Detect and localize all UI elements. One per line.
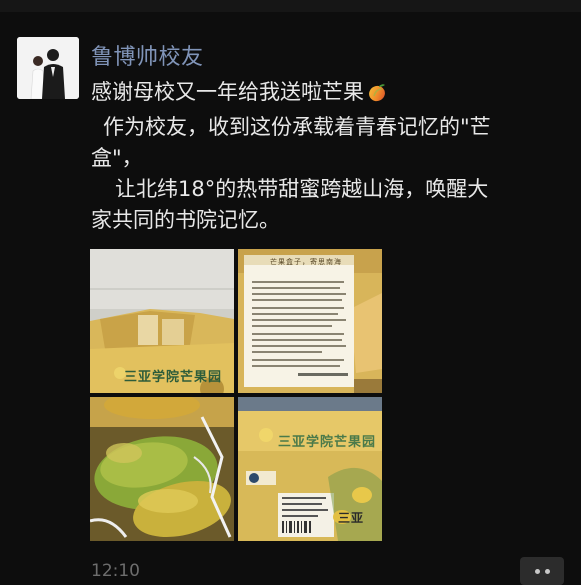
- post-line-4: 让北纬18°的热带甜蜜跨越山海，唤醒大: [115, 177, 489, 201]
- avatar-photo: [17, 37, 79, 99]
- photo-box-label[interactable]: 三亚学院芒果园 三亚: [238, 397, 382, 541]
- photo-letter[interactable]: 芒果盒子，寄思南海: [238, 249, 382, 393]
- mango-emoji-icon: [366, 81, 388, 112]
- letter-title: 芒果盒子，寄思南海: [270, 258, 342, 266]
- avatar[interactable]: [17, 37, 79, 99]
- post-line-1: 感谢母校又一年给我送啦芒果: [91, 77, 559, 112]
- photo-box-text: 三亚学院芒果园: [124, 370, 223, 385]
- post-line-5: 家共同的书院记忆。: [91, 208, 280, 232]
- photo-mango-boxes[interactable]: 三亚学院芒果园: [90, 249, 234, 393]
- post-time: 12:10: [91, 561, 140, 581]
- box-brand-text: 三亚学院芒果园: [278, 435, 377, 450]
- post-line-1-text: 感谢母校又一年给我送啦芒果: [91, 80, 364, 104]
- author-name[interactable]: 鲁博帅校友: [91, 39, 204, 71]
- photo-image: [90, 397, 234, 541]
- box-label-text: 三亚: [338, 511, 365, 525]
- post-body: 感谢母校又一年给我送啦芒果 作为校友，收到这份承载着青春记忆的"芒 盒"， 让北…: [91, 77, 559, 236]
- more-dots-icon: [544, 568, 550, 574]
- photo-grid: 三亚学院芒果园 芒果盒子，寄思南海 三亚学院芒果园 三亚: [90, 249, 382, 541]
- more-dots-icon: [534, 568, 540, 574]
- photo-mangoes[interactable]: [90, 397, 234, 541]
- post-line-2: 作为校友，收到这份承载着青春记忆的"芒: [103, 115, 491, 139]
- status-bar: [0, 0, 581, 12]
- post-line-3: 盒"，: [91, 146, 143, 170]
- photo-image: [238, 249, 382, 393]
